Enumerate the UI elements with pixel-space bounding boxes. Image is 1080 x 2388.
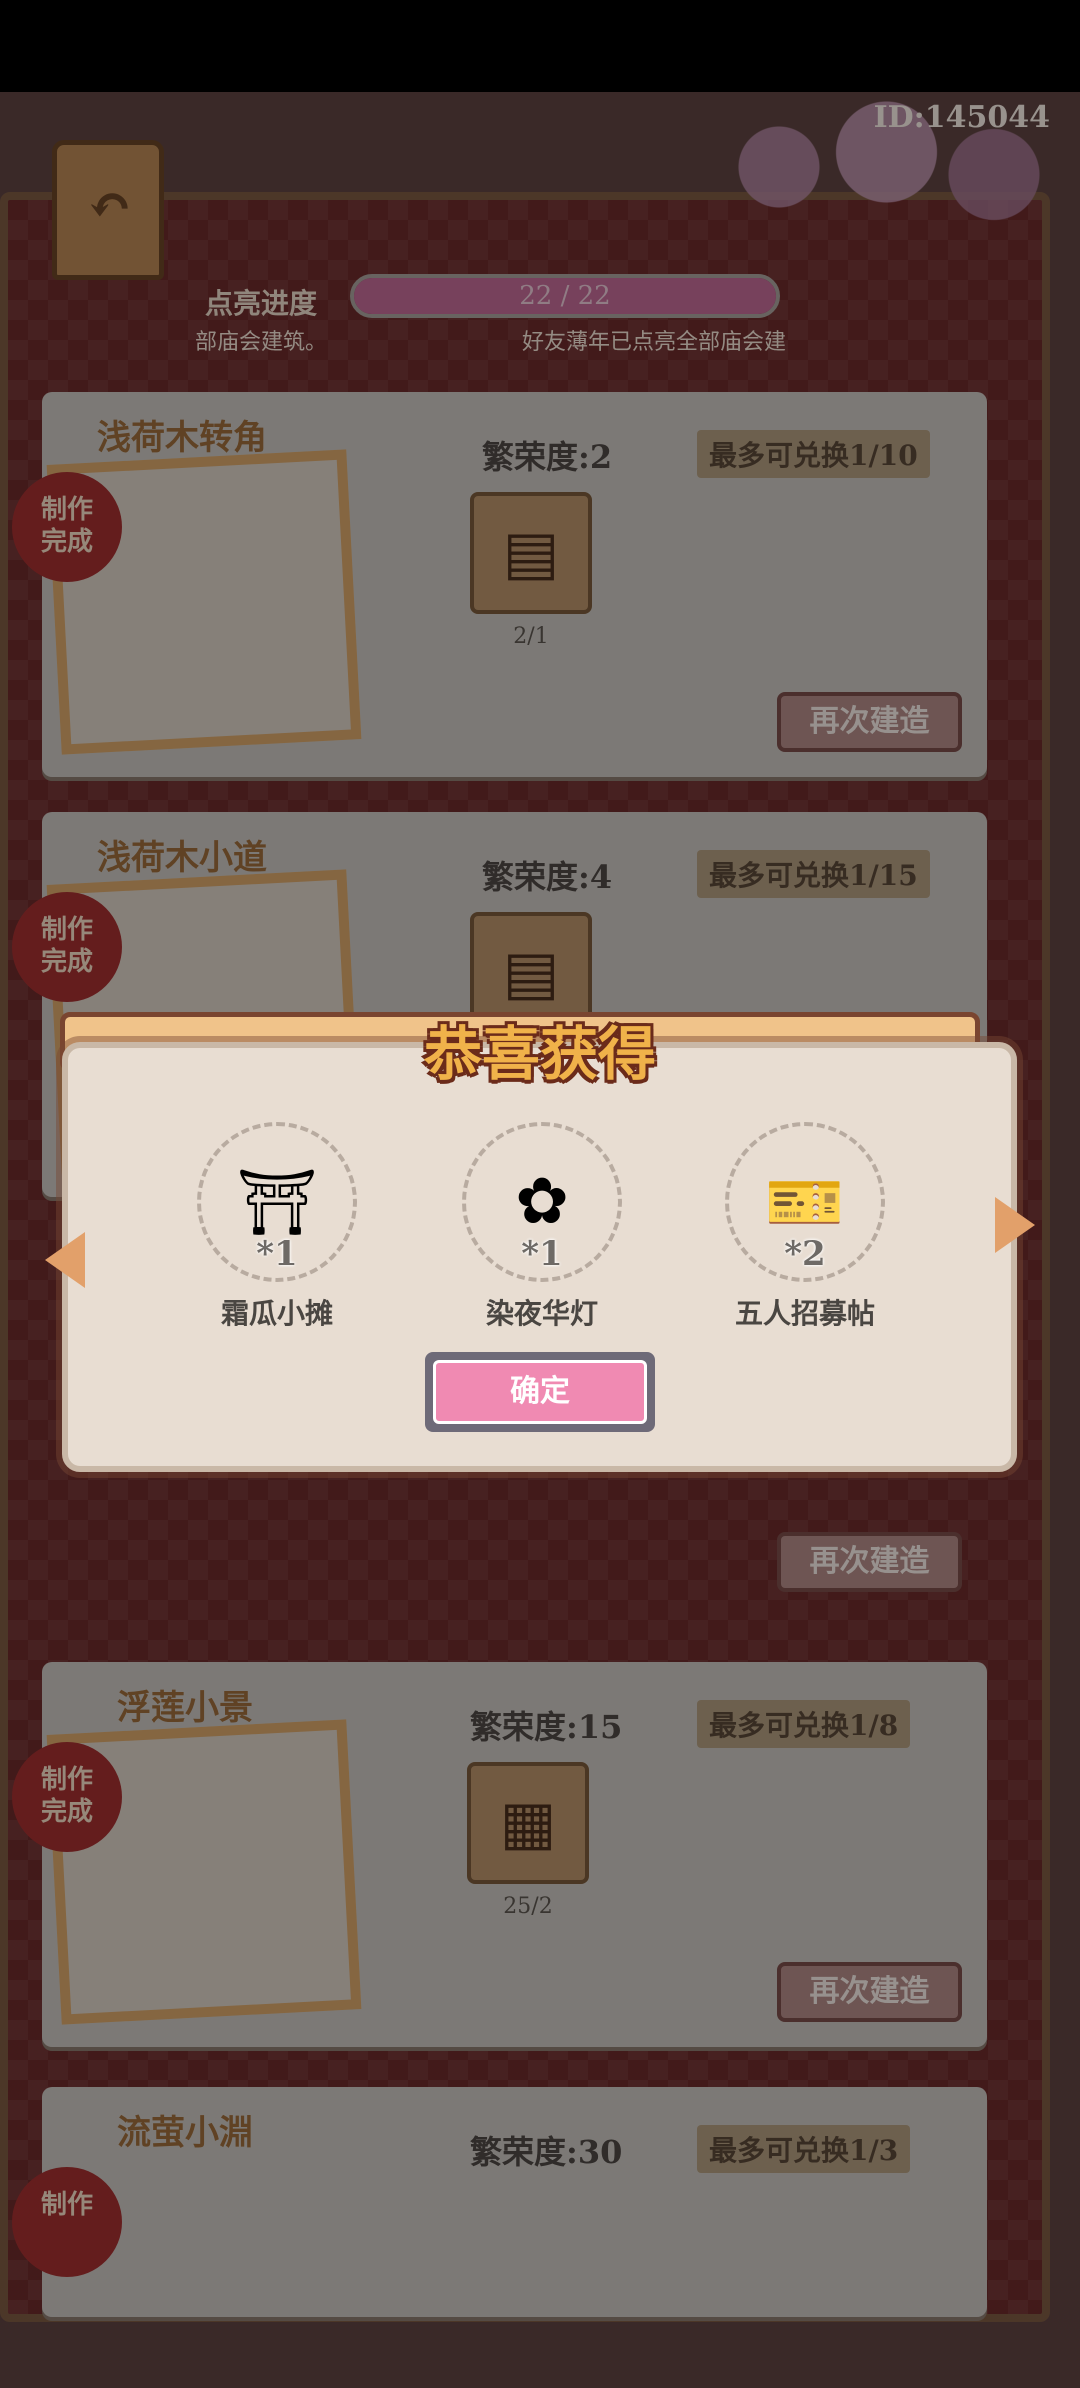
reward-quantity: *2 <box>784 1234 826 1274</box>
dialog-title: 恭喜获得 <box>423 1020 656 1088</box>
right-arrow-icon <box>995 1197 1035 1253</box>
reward-quantity: *1 <box>521 1234 563 1274</box>
reward-name: 霜瓜小摊 <box>220 1297 333 1330</box>
confirm-label: 确定 <box>433 1360 647 1424</box>
reward-name: 五人招募帖 <box>734 1297 875 1330</box>
status-bar <box>0 0 1080 92</box>
reward-quantity: *1 <box>256 1234 298 1274</box>
left-arrow-icon <box>45 1232 85 1288</box>
reward-name: 染夜华灯 <box>485 1297 598 1330</box>
confirm-button[interactable]: 确定 <box>425 1352 655 1432</box>
game-scene: ID:145044 ↶ 点亮进度 22 / 22 部庙会建筑。 好友薄年已点亮全… <box>0 92 1080 2388</box>
